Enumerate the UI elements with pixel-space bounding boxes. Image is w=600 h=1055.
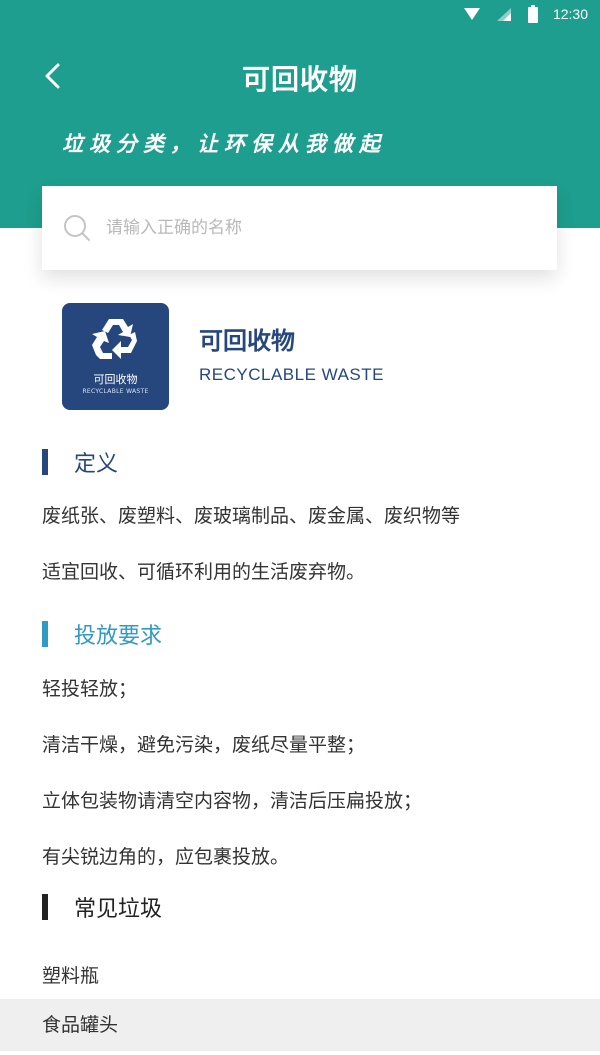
disposal-heading: 投放要求 (42, 618, 162, 650)
status-time: 12:30 (552, 6, 588, 22)
common-heading: 常见垃圾 (42, 891, 162, 923)
category-name-en: RECYCLABLE WASTE (199, 365, 384, 384)
category-card: 可回收物 RECYCLABLE WASTE 可回收物 RECYCLABLE WA… (62, 303, 582, 411)
disposal-line: 轻投轻放； (42, 678, 138, 700)
disposal-line: 有尖锐边角的，应包裹投放。 (42, 846, 290, 868)
battery-icon (527, 5, 538, 23)
search-bar[interactable] (42, 186, 557, 270)
definition-heading: 定义 (42, 446, 118, 478)
section-marker (42, 621, 48, 647)
definition-title: 定义 (74, 452, 119, 477)
app-bar: 可回收物 (0, 44, 600, 108)
section-marker (42, 894, 48, 920)
logo-label-en: RECYCLABLE WASTE (82, 388, 149, 395)
disposal-line: 立体包装物请清空内容物，清洁后压扁投放； (42, 790, 423, 812)
definition-line: 废纸张、废塑料、废玻璃制品、废金属、废织物等 (42, 505, 461, 527)
signal-icon (496, 8, 511, 21)
definition-text: 废纸张、废塑料、废玻璃制品、废金属、废织物等 适宜回收、可循环利用的生活废弃物。 (42, 488, 460, 600)
search-icon (64, 215, 90, 241)
slogan: 垃圾分类，让环保从我做起 (62, 131, 386, 156)
definition-line: 适宜回收、可循环利用的生活废弃物。 (42, 561, 366, 583)
wifi-icon (463, 8, 480, 20)
status-bar: 12:30 (0, 0, 600, 32)
disposal-text: 轻投轻放； 清洁干燥，避免污染，废纸尽量平整； 立体包装物请清空内容物，清洁后压… (42, 661, 422, 885)
recyclable-waste-logo: 可回收物 RECYCLABLE WASTE (62, 303, 169, 410)
list-item[interactable]: 食品罐头 (0, 999, 600, 1051)
list-item[interactable]: 塑料瓶 (0, 950, 600, 1002)
search-input[interactable] (106, 218, 526, 238)
section-marker (42, 449, 48, 475)
category-name: 可回收物 (199, 327, 295, 355)
recycle-icon (92, 319, 137, 359)
common-title: 常见垃圾 (74, 897, 163, 922)
logo-label: 可回收物 (93, 373, 138, 386)
disposal-title: 投放要求 (74, 624, 163, 649)
page-title: 可回收物 (241, 63, 358, 96)
disposal-line: 清洁干燥，避免污染，废纸尽量平整； (42, 734, 366, 756)
